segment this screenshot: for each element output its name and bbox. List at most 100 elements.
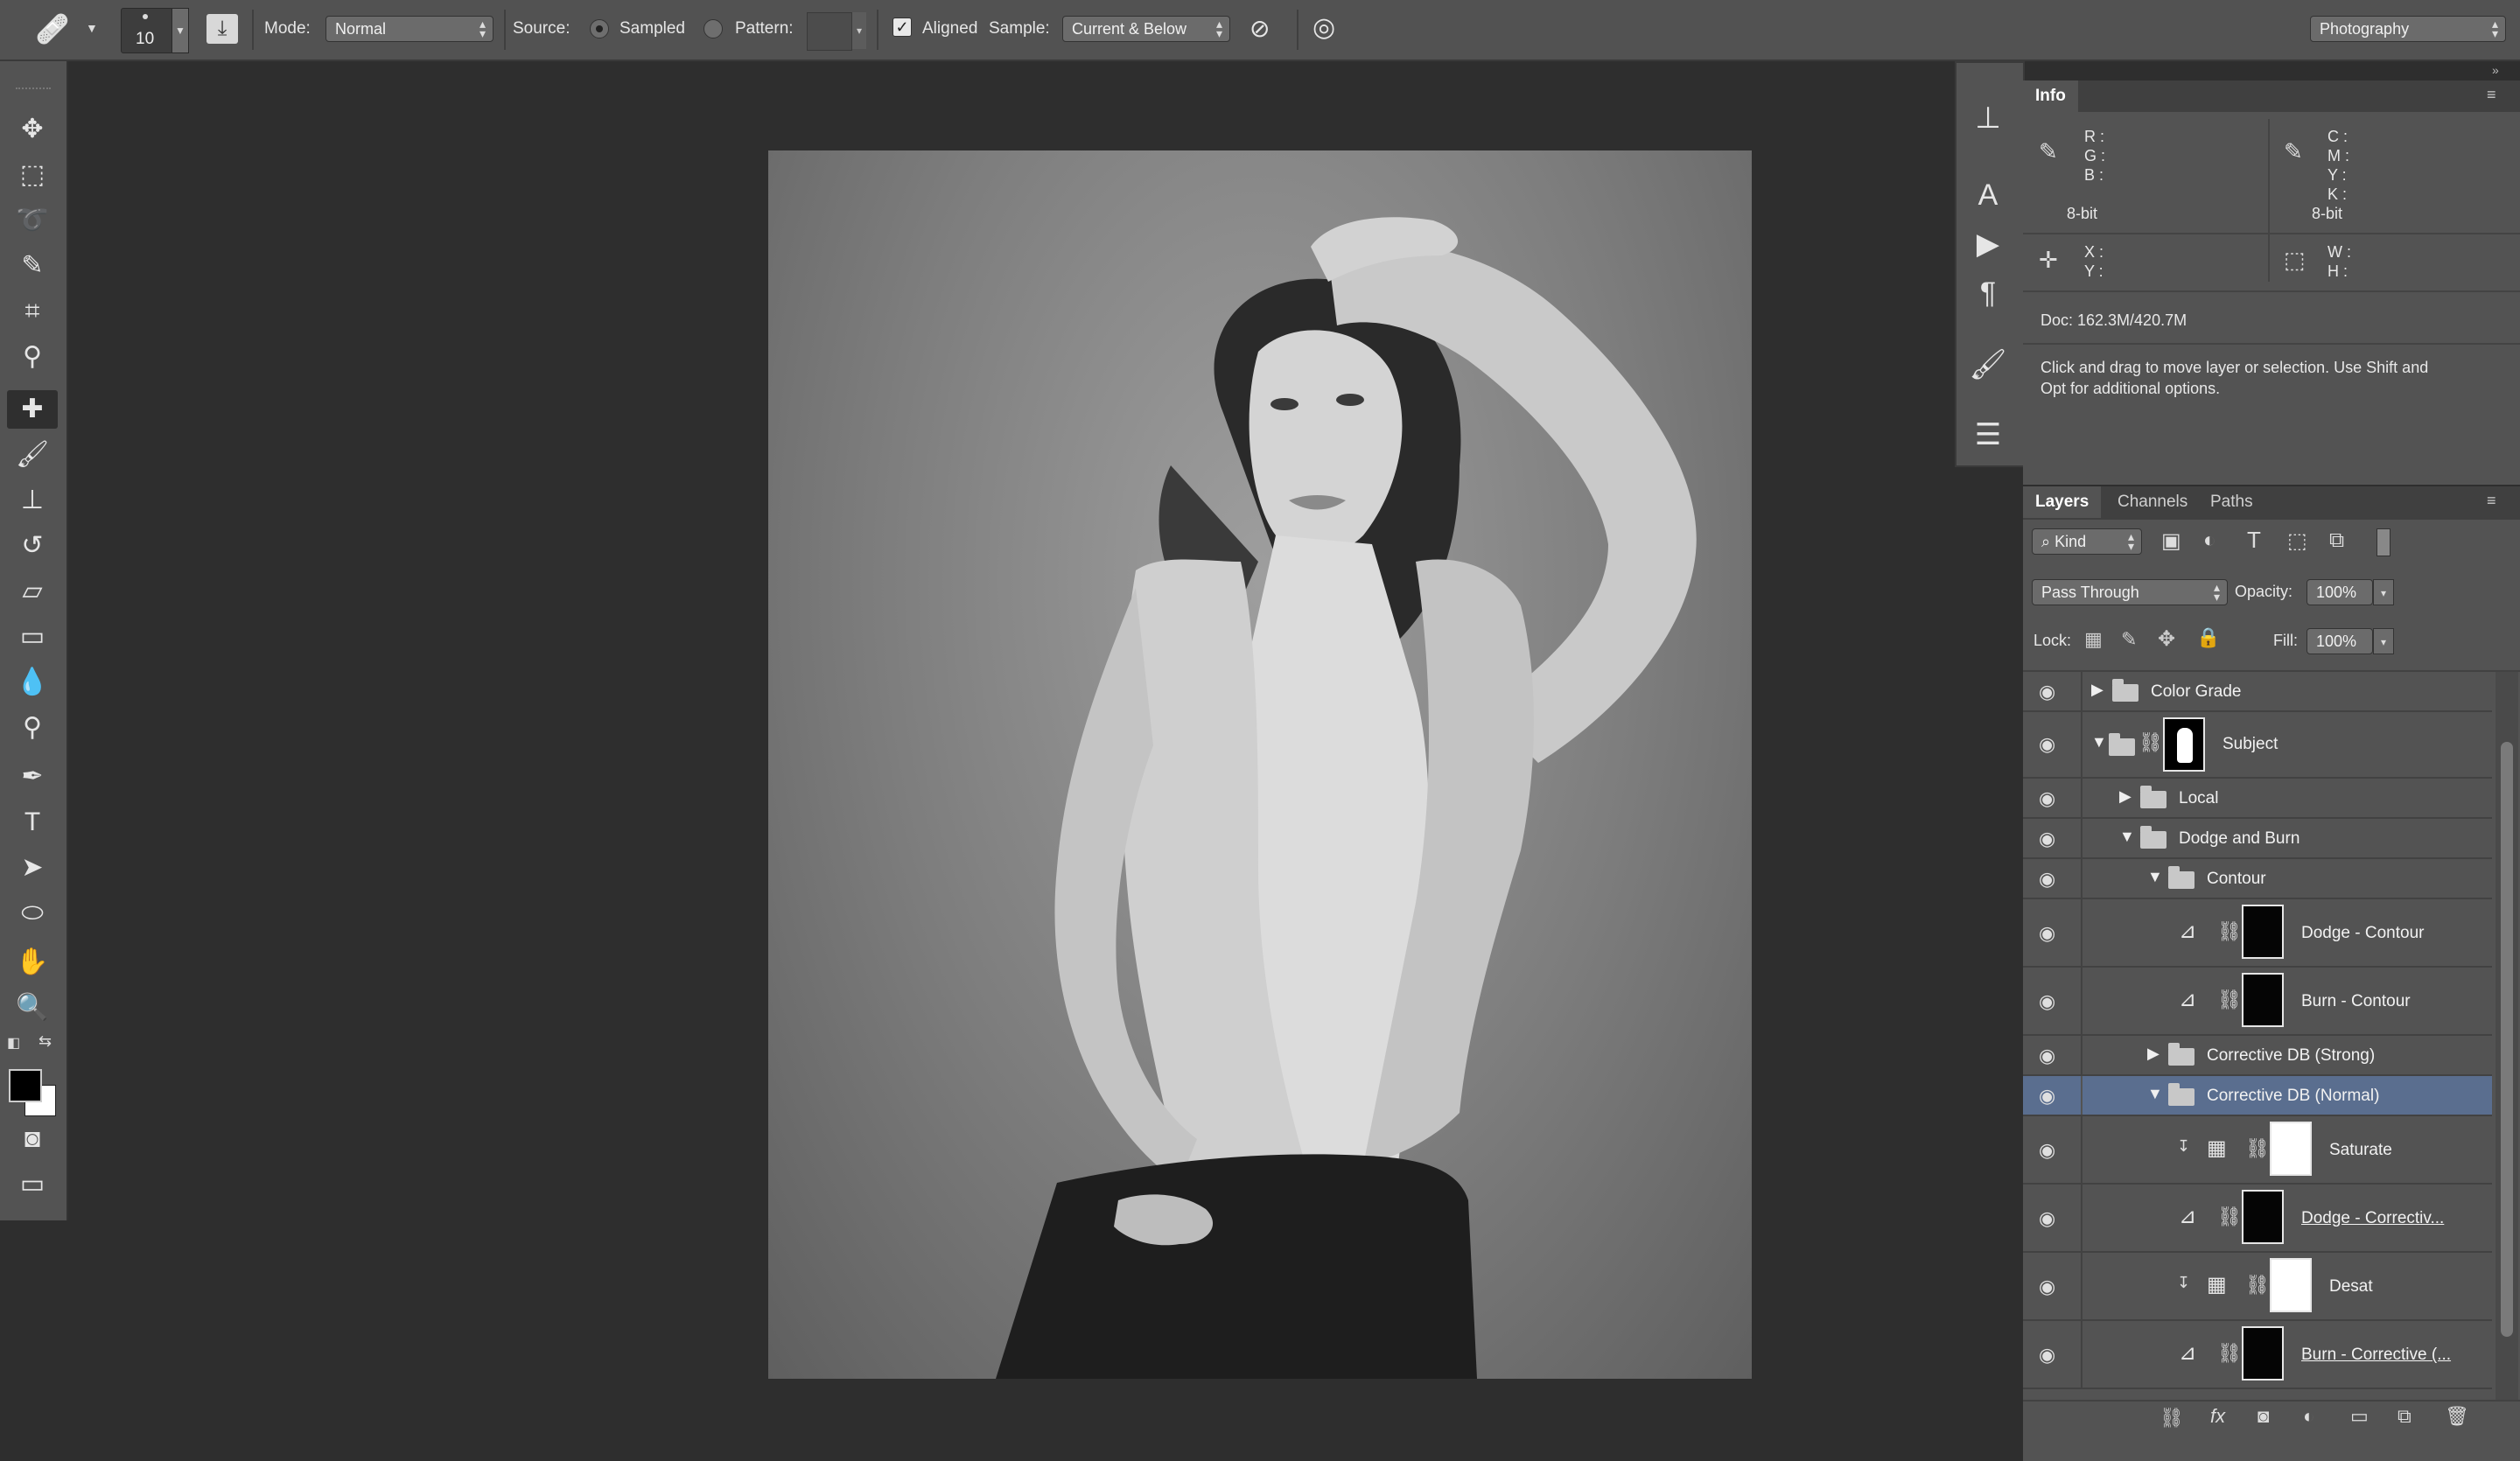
visibility-eye-icon[interactable]: ◉	[2039, 1045, 2055, 1067]
actions-panel-icon[interactable]: ▶	[1965, 224, 2011, 264]
clone-source-panel-icon[interactable]: ⊥	[1965, 98, 2011, 138]
ignore-adjustment-layers-icon[interactable]: ⊘	[1250, 14, 1270, 43]
link-layers-icon[interactable]: ⛓	[2160, 1407, 2184, 1430]
collapse-arrow-icon[interactable]: ▼	[2147, 1085, 2163, 1103]
opacity-slider-arrow[interactable]: ▾	[2373, 579, 2394, 605]
layer-mask-thumbnail[interactable]	[2163, 717, 2205, 772]
pattern-picker[interactable]	[807, 12, 852, 51]
filter-smart-object-icon[interactable]: ⧉	[2329, 528, 2344, 553]
new-group-icon[interactable]: ▭	[2350, 1405, 2369, 1428]
new-adjustment-layer-icon[interactable]: ◐	[2303, 1405, 2314, 1428]
dodge-tool-icon[interactable]: ⚲	[7, 709, 58, 747]
filter-shape-icon[interactable]: ⬚	[2287, 528, 2307, 554]
link-chain-icon[interactable]: ⛓	[2217, 920, 2242, 943]
filter-pixel-icon[interactable]: ▣	[2161, 528, 2181, 554]
layer-style-fx-icon[interactable]: fx	[2210, 1405, 2225, 1428]
move-tool-icon[interactable]: ✥	[7, 110, 58, 149]
link-chain-icon[interactable]: ⛓	[2245, 1274, 2270, 1297]
panel-menu-icon[interactable]: ≡	[2487, 86, 2496, 104]
pattern-picker-arrow[interactable]: ▾	[852, 12, 866, 49]
lasso-tool-icon[interactable]: ➰	[7, 201, 58, 240]
eraser-tool-icon[interactable]: ▱	[7, 572, 58, 611]
link-chain-icon[interactable]: ⛓	[2217, 1342, 2242, 1365]
visibility-eye-icon[interactable]: ◉	[2039, 1207, 2055, 1230]
zoom-tool-icon[interactable]: 🔍	[7, 989, 58, 1027]
visibility-eye-icon[interactable]: ◉	[2039, 868, 2055, 891]
layer-row-saturate[interactable]: ◉ ↧ ▦ ⛓ Saturate	[2023, 1116, 2492, 1185]
layer-mask-thumbnail[interactable]	[2242, 973, 2284, 1027]
foreground-color-swatch[interactable]	[9, 1069, 42, 1102]
tab-info[interactable]: Info	[2023, 80, 2078, 112]
lock-pixels-icon[interactable]: ✎	[2121, 628, 2137, 651]
layer-row-burn-contour[interactable]: ◉ ⊿ ⛓ Burn - Contour	[2023, 968, 2492, 1036]
brush-tool-icon[interactable]: 🖌	[7, 436, 58, 474]
healing-brush-icon[interactable]: 🩹	[35, 12, 70, 45]
layer-mask-thumbnail[interactable]	[2270, 1258, 2312, 1312]
history-brush-tool-icon[interactable]: ↺	[7, 527, 58, 565]
pressure-size-icon[interactable]: ◎	[1312, 12, 1335, 43]
layer-row-desat[interactable]: ◉ ↧ ▦ ⛓ Desat	[2023, 1253, 2492, 1321]
layers-scrollbar-thumb[interactable]	[2501, 742, 2513, 1337]
collapse-arrow-icon[interactable]: ▼	[2147, 868, 2163, 886]
trash-icon[interactable]: 🗑	[2445, 1405, 2469, 1428]
gradient-tool-icon[interactable]: ▭	[7, 618, 58, 656]
brush-picker-arrow[interactable]: ▼	[172, 8, 189, 53]
workspace-dropdown[interactable]: Photography ▴ ▾	[2310, 16, 2506, 42]
visibility-eye-icon[interactable]: ◉	[2039, 922, 2055, 945]
character-panel-icon[interactable]: A	[1965, 175, 2011, 215]
new-layer-icon[interactable]: ⧉	[2398, 1405, 2412, 1428]
sampled-radio[interactable]	[590, 19, 609, 38]
tab-paths[interactable]: Paths	[2198, 486, 2265, 518]
layer-row-dodge-corrective[interactable]: ◉ ⊿ ⛓ Dodge - Correctiv...	[2023, 1185, 2492, 1253]
visibility-eye-icon[interactable]: ◉	[2039, 1276, 2055, 1298]
tools-grip[interactable]	[16, 87, 51, 93]
add-mask-icon[interactable]: ◙	[2258, 1405, 2269, 1428]
aligned-checkbox[interactable]: ✓	[892, 17, 912, 37]
lock-transparent-icon[interactable]: ▦	[2084, 628, 2103, 651]
sample-dropdown[interactable]: Current & Below ▴ ▾	[1062, 16, 1230, 42]
curves-adjustment-icon[interactable]: ⊿	[2179, 1204, 2196, 1229]
pen-tool-icon[interactable]: ✒	[7, 758, 58, 796]
filter-toggle[interactable]	[2376, 528, 2390, 556]
visibility-eye-icon[interactable]: ◉	[2039, 733, 2055, 756]
ellipse-tool-icon[interactable]: ⬭	[7, 894, 58, 933]
brush-preset-picker[interactable]: 10	[121, 8, 173, 53]
marquee-tool-icon[interactable]: ⬚	[7, 156, 58, 194]
tab-layers[interactable]: Layers	[2023, 486, 2102, 518]
visibility-eye-icon[interactable]: ◉	[2039, 828, 2055, 850]
clone-source-panel-icon[interactable]: ⤓	[206, 14, 238, 44]
panel-menu-icon[interactable]: ≡	[2487, 492, 2496, 510]
lock-position-icon[interactable]: ✥	[2158, 626, 2175, 652]
opacity-field[interactable]: 100%	[2306, 579, 2373, 605]
layer-row-corrective-db-normal[interactable]: ◉ ▼ Corrective DB (Normal)	[2023, 1076, 2492, 1116]
tool-preset-dropdown-arrow[interactable]: ▼	[86, 21, 98, 35]
filter-adjustment-icon[interactable]: ◐	[2203, 528, 2216, 553]
swap-colors-icon[interactable]: ⇆	[38, 1032, 52, 1051]
hue-saturation-adjustment-icon[interactable]: ▦	[2207, 1136, 2227, 1161]
link-chain-icon[interactable]: ⛓	[2217, 1206, 2242, 1228]
visibility-eye-icon[interactable]: ◉	[2039, 1139, 2055, 1162]
properties-panel-icon[interactable]: ☰	[1965, 415, 2011, 455]
expand-arrow-icon[interactable]: ▶	[2091, 681, 2104, 699]
layer-mask-thumbnail[interactable]	[2242, 905, 2284, 959]
eyedropper-tool-icon[interactable]: ⚲	[7, 338, 58, 376]
quick-mask-icon[interactable]: ◙	[7, 1120, 58, 1158]
tab-channels[interactable]: Channels	[2105, 486, 2201, 518]
lock-all-icon[interactable]: 🔒	[2196, 626, 2220, 649]
collapse-arrow-icon[interactable]: ▼	[2091, 733, 2107, 751]
expand-arrow-icon[interactable]: ▶	[2119, 787, 2132, 806]
document-canvas[interactable]	[768, 150, 1752, 1379]
blur-tool-icon[interactable]: 💧	[7, 663, 58, 702]
expand-arrow-icon[interactable]: ▶	[2147, 1045, 2160, 1063]
visibility-eye-icon[interactable]: ◉	[2039, 1344, 2055, 1367]
fill-field[interactable]: 100%	[2306, 628, 2373, 654]
visibility-eye-icon[interactable]: ◉	[2039, 681, 2055, 703]
hand-tool-icon[interactable]: ✋	[7, 943, 58, 982]
layer-mask-thumbnail[interactable]	[2242, 1190, 2284, 1244]
screen-mode-icon[interactable]: ▭	[7, 1165, 58, 1204]
layer-row-dodge-contour[interactable]: ◉ ⊿ ⛓ Dodge - Contour	[2023, 899, 2492, 968]
collapse-arrow-icon[interactable]: ▼	[2119, 828, 2135, 846]
link-chain-icon[interactable]: ⛓	[2245, 1137, 2270, 1160]
curves-adjustment-icon[interactable]: ⊿	[2179, 1340, 2196, 1366]
brush-presets-panel-icon[interactable]: 🖌	[1965, 345, 2011, 385]
